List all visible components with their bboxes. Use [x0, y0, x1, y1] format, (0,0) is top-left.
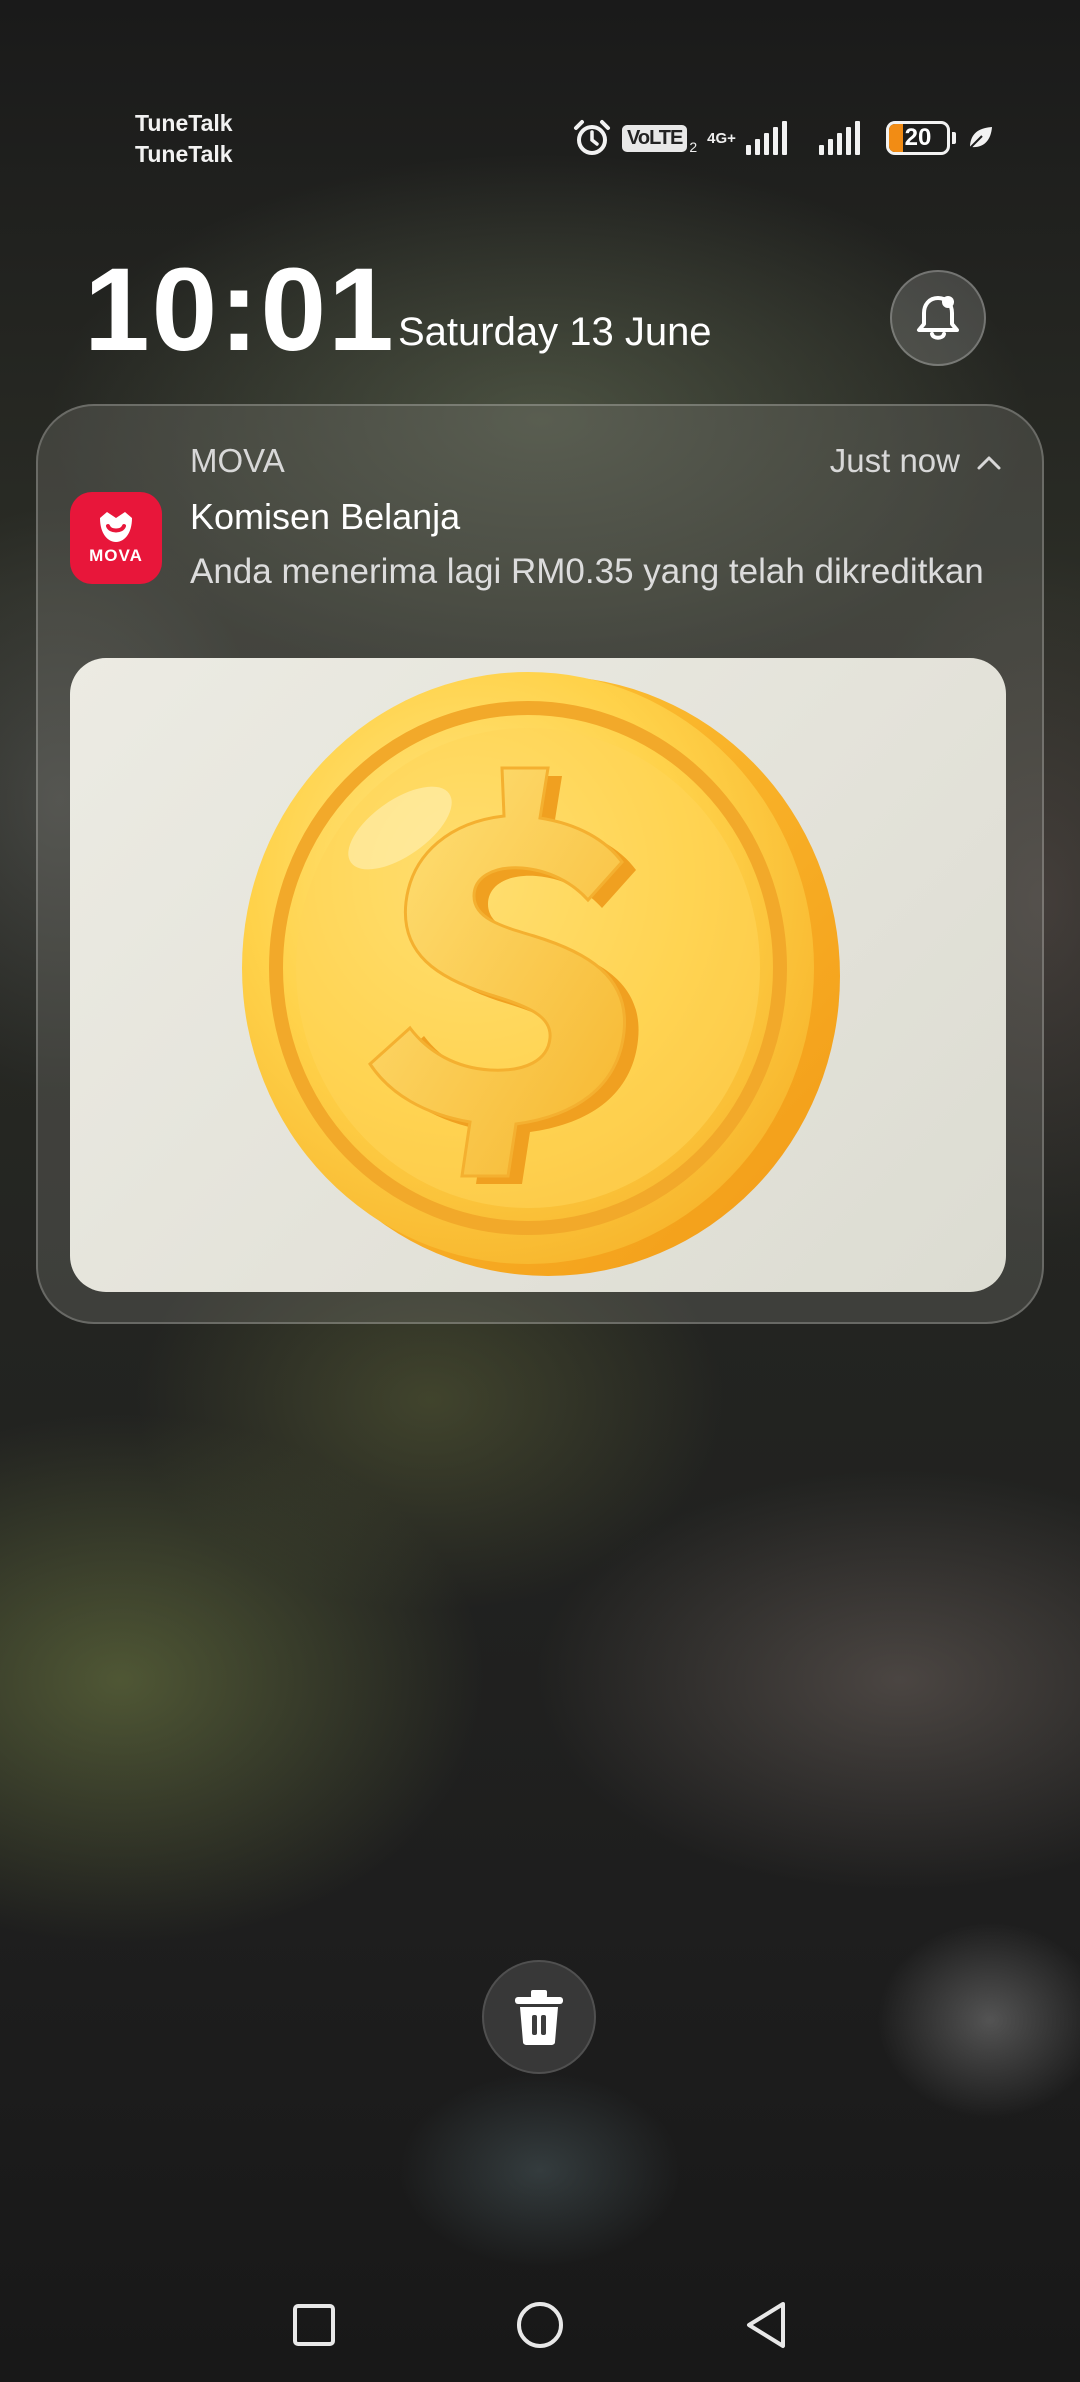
navigation-bar	[0, 2280, 1080, 2370]
sim-slot-label: 2	[689, 139, 698, 155]
clock-date: Saturday 13 June	[398, 310, 712, 354]
notification-time: Just now	[829, 442, 960, 479]
notification-image	[70, 658, 1006, 1292]
volte-icon: VoLTE	[622, 124, 688, 152]
notification-title: Komisen Belanja	[190, 496, 461, 537]
notification-body: Anda menerima lagi RM0.35 yang telah dik…	[190, 552, 984, 591]
notification-card[interactable]: MOVA MOVA Just now Komisen Belanja Anda …	[36, 404, 1044, 1324]
app-icon: MOVA	[70, 492, 162, 584]
square-recents-icon	[293, 2304, 335, 2346]
network-type-label: 4G+	[707, 129, 736, 147]
app-icon-label: MOVA	[89, 546, 143, 565]
gold-coin-dollar-icon	[242, 672, 840, 1276]
back-button[interactable]	[726, 2280, 806, 2370]
signal-icon-sim1	[818, 121, 860, 155]
clear-notifications-button[interactable]	[482, 1960, 596, 2074]
notification-app-name: MOVA	[190, 442, 285, 479]
clock-time: 10:01	[84, 244, 396, 376]
status-bar: TuneTalk TuneTalk VoLTE 2 4G+ 20	[0, 0, 1080, 180]
recents-button[interactable]	[274, 2280, 354, 2370]
home-button[interactable]	[500, 2280, 580, 2370]
notification-settings-button[interactable]	[890, 270, 986, 366]
battery-level: 20	[904, 124, 932, 151]
circle-home-icon	[517, 2302, 563, 2348]
carrier-label-1: TuneTalk	[135, 110, 233, 136]
trash-icon	[515, 1990, 563, 2045]
bell-icon	[917, 296, 959, 340]
alarm-icon	[574, 120, 610, 155]
triangle-back-icon	[747, 2302, 785, 2348]
battery-tip	[951, 132, 956, 144]
chevron-up-icon[interactable]	[974, 448, 1004, 478]
power-saving-leaf-icon	[969, 127, 992, 149]
status-icons: VoLTE 2 4G+ 20	[572, 118, 994, 158]
battery-icon: 20	[885, 121, 950, 155]
mova-logo-icon	[100, 512, 132, 542]
carrier-label-2: TuneTalk	[135, 141, 233, 167]
signal-icon-sim2	[745, 121, 787, 155]
